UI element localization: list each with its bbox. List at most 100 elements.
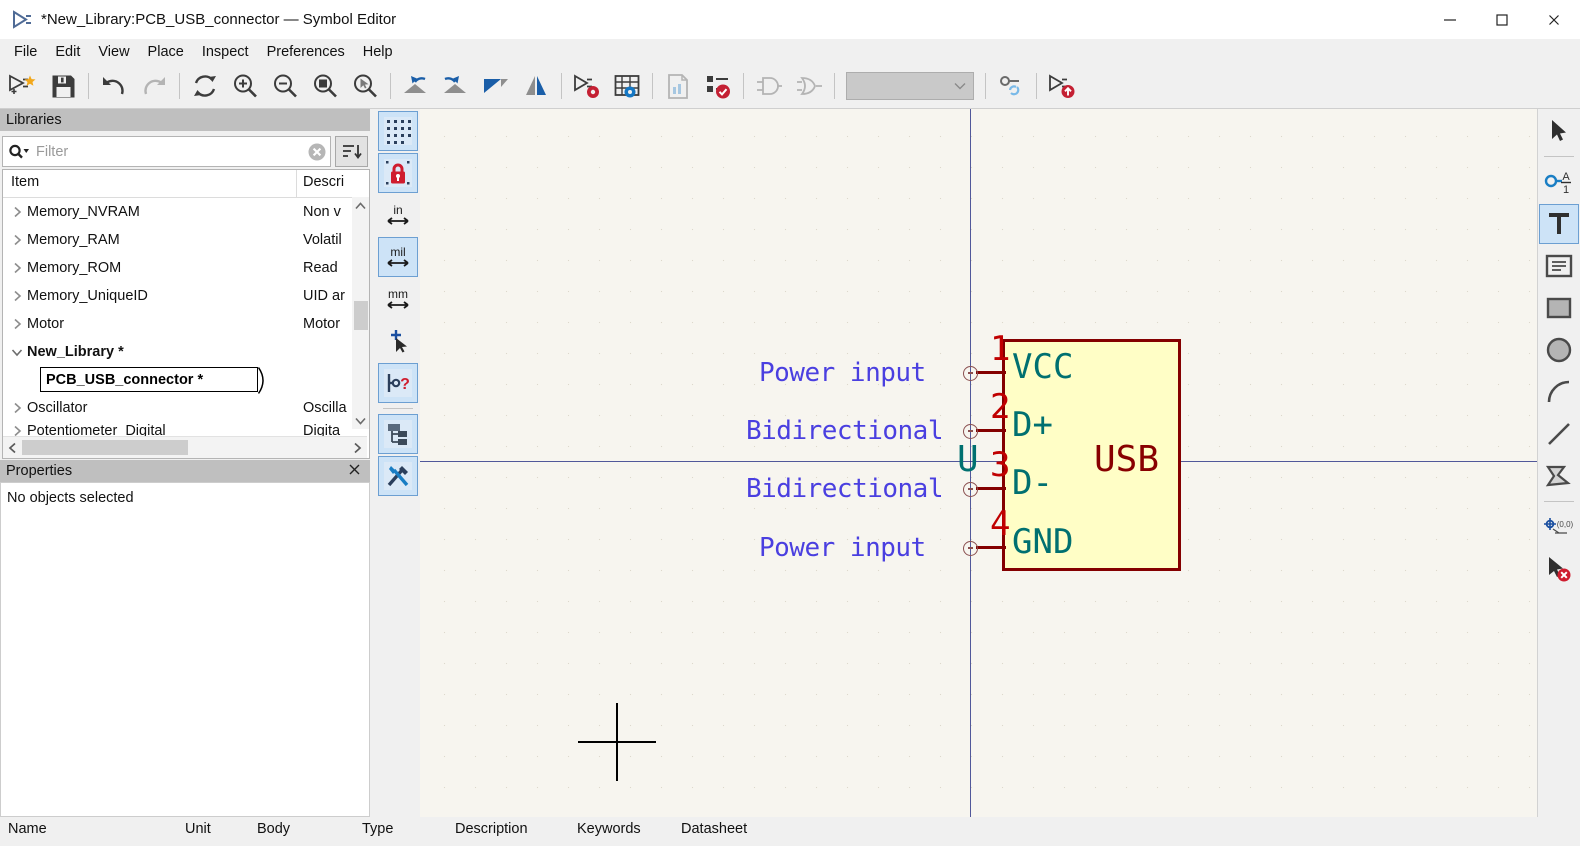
add-textbox-tool[interactable] (1539, 246, 1579, 286)
filter-input[interactable] (32, 143, 304, 160)
tree-column-item[interactable]: Item (11, 174, 39, 190)
menu-view[interactable]: View (89, 41, 138, 63)
new-symbol-button[interactable] (3, 66, 43, 106)
tree-row-memory-rom[interactable]: Memory_ROM Read (3, 254, 369, 282)
pin-4-line[interactable] (976, 546, 1006, 549)
mirror-horizontal-button[interactable] (476, 66, 516, 106)
menu-edit[interactable]: Edit (46, 41, 89, 63)
close-icon[interactable] (345, 463, 364, 479)
menu-place[interactable]: Place (139, 41, 193, 63)
minimize-button[interactable] (1424, 0, 1476, 39)
chevron-down-icon[interactable] (7, 348, 27, 357)
symbol-value-text[interactable]: USB (1094, 439, 1159, 480)
menu-file[interactable]: File (5, 41, 46, 63)
select-tool[interactable] (1539, 111, 1579, 151)
toggle-full-crosshair-button[interactable] (378, 321, 418, 361)
mirror-vertical-button[interactable] (516, 66, 556, 106)
zoom-fit-page-button[interactable] (305, 66, 345, 106)
pin-3-line[interactable] (976, 487, 1006, 490)
menu-bar: File Edit View Place Inspect Preferences… (0, 39, 1580, 64)
show-pin-electrical-types-button[interactable]: ? (378, 363, 418, 403)
delete-tool[interactable] (1539, 549, 1579, 589)
tree-row-motor[interactable]: Motor Motor (3, 310, 369, 338)
close-button[interactable] (1528, 0, 1580, 39)
zoom-in-button[interactable] (225, 66, 265, 106)
check-symbol-button[interactable] (698, 66, 738, 106)
symbol-properties-button[interactable] (567, 66, 607, 106)
menu-help[interactable]: Help (354, 41, 402, 63)
chevron-right-icon[interactable] (7, 262, 27, 274)
undo-button[interactable] (94, 66, 134, 106)
add-line-tool[interactable] (1539, 414, 1579, 454)
toggle-grid-button[interactable] (378, 111, 418, 151)
unit-selector[interactable] (846, 72, 974, 100)
menu-preferences[interactable]: Preferences (258, 41, 354, 63)
chevron-right-icon[interactable] (7, 318, 27, 330)
scroll-up-icon[interactable] (352, 197, 369, 214)
pin-table-button[interactable] (607, 66, 647, 106)
scroll-right-icon[interactable] (348, 437, 367, 458)
schematic-canvas[interactable]: Power input 1 VCC Bidirectional 2 D+ Bid… (420, 109, 1537, 817)
pin-3-name: D- (1012, 463, 1053, 503)
units-millimeters-button[interactable]: mm (378, 279, 418, 319)
zoom-out-button[interactable] (265, 66, 305, 106)
tree-row-oscillator[interactable]: Oscillator Oscilla (3, 394, 369, 422)
scroll-down-icon[interactable] (352, 412, 369, 429)
pin-3-anchor-circle[interactable] (963, 482, 978, 497)
symbol-reference-designator[interactable]: U (957, 439, 979, 480)
tree-row-pcb-usb-connector[interactable]: PCB_USB_connector * (3, 366, 369, 394)
libraries-tree[interactable]: Item Descri Memory_NVRAM Non v Memory_RA… (2, 169, 370, 459)
pin-4-anchor-circle[interactable] (963, 541, 978, 556)
bottom-column-keywords: Keywords (577, 821, 641, 837)
units-inches-button[interactable]: in (378, 195, 418, 235)
units-mils-button[interactable]: mil (378, 237, 418, 277)
save-button[interactable] (43, 66, 83, 106)
rotate-clockwise-button[interactable] (436, 66, 476, 106)
bottom-column-description: Description (455, 821, 528, 837)
add-rectangle-tool[interactable] (1539, 288, 1579, 328)
tree-row-memory-uniqueid[interactable]: Memory_UniqueID UID ar (3, 282, 369, 310)
chevron-right-icon[interactable] (7, 206, 27, 218)
pin-1-anchor-circle[interactable] (963, 366, 978, 381)
redo-button (134, 66, 174, 106)
sort-button[interactable] (335, 136, 368, 167)
zoom-area-button[interactable] (345, 66, 385, 106)
pin-1-line[interactable] (976, 371, 1006, 374)
pin-2-anchor-circle[interactable] (963, 424, 978, 439)
tree-row-label: Memory_UniqueID (27, 288, 148, 304)
chevron-right-icon[interactable] (7, 402, 27, 414)
tree-scroll-thumb[interactable] (354, 301, 368, 330)
add-polygon-tool[interactable] (1539, 456, 1579, 496)
tree-horizontal-scrollbar[interactable] (3, 436, 367, 458)
title-bar: *New_Library:PCB_USB_connector — Symbol … (0, 0, 1580, 40)
tree-row-memory-ram[interactable]: Memory_RAM Volatil (3, 226, 369, 254)
show-hierarchy-tree-button[interactable] (378, 414, 418, 454)
grid-lock-button[interactable] (378, 153, 418, 193)
show-libraries-button[interactable] (378, 456, 418, 496)
chevron-right-icon[interactable] (7, 290, 27, 302)
tree-vertical-scrollbar[interactable] (352, 197, 369, 429)
column-divider[interactable] (296, 170, 297, 197)
scroll-left-icon[interactable] (3, 437, 22, 458)
tree-column-description[interactable]: Descri (303, 174, 344, 190)
tree-hscroll-thumb[interactable] (22, 440, 188, 455)
add-arc-tool[interactable] (1539, 372, 1579, 412)
svg-text:1: 1 (1563, 184, 1569, 196)
pin-sync-button[interactable] (991, 66, 1031, 106)
chevron-right-icon[interactable] (7, 234, 27, 246)
filter-search-box[interactable] (2, 136, 331, 167)
symbol-editor-window: *New_Library:PCB_USB_connector — Symbol … (0, 0, 1580, 846)
add-pin-tool[interactable]: A 1 (1539, 162, 1579, 202)
set-anchor-tool[interactable]: (0,0) (1539, 507, 1579, 547)
maximize-button[interactable] (1476, 0, 1528, 39)
menu-inspect[interactable]: Inspect (193, 41, 258, 63)
tree-row-memory-nvram[interactable]: Memory_NVRAM Non v (3, 198, 369, 226)
add-circle-tool[interactable] (1539, 330, 1579, 370)
export-symbol-button[interactable] (1042, 66, 1082, 106)
pin-2-line[interactable] (976, 429, 1006, 432)
clear-filter-icon[interactable] (304, 137, 330, 166)
tree-row-new-library[interactable]: New_Library * (3, 338, 369, 366)
add-text-tool[interactable] (1539, 204, 1579, 244)
rotate-counterclockwise-button[interactable] (396, 66, 436, 106)
refresh-button[interactable] (185, 66, 225, 106)
